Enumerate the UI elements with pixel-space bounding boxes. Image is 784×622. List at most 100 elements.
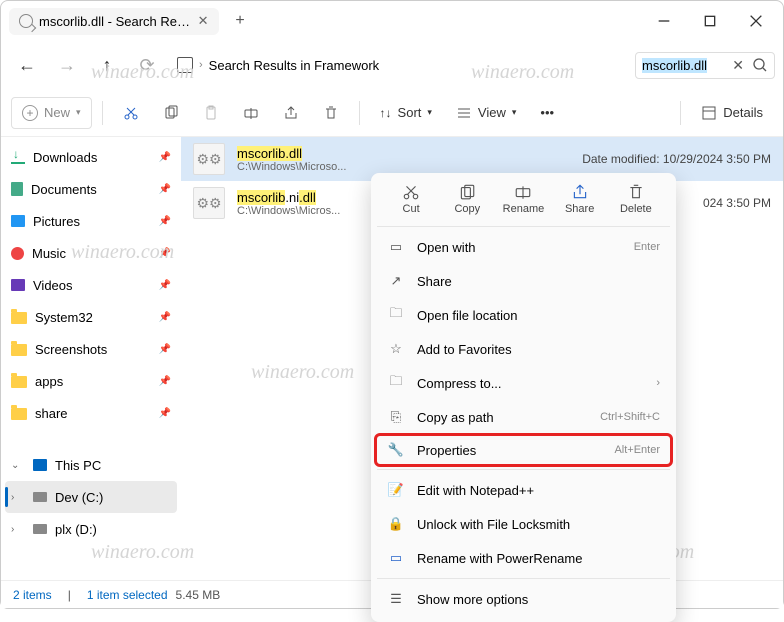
chevron-right-icon[interactable]: ›	[11, 524, 25, 535]
star-icon: ☆	[387, 341, 405, 357]
open-icon: ▭	[387, 239, 405, 255]
folder-icon	[11, 376, 27, 388]
close-button[interactable]	[733, 4, 779, 38]
details-button[interactable]: Details	[691, 97, 773, 129]
ctx-add-favorites[interactable]: ☆Add to Favorites	[377, 332, 670, 366]
nav-bar: ← → ↑ ⟳ › Search Results in Framework ms…	[1, 41, 783, 89]
titlebar: mscorlib.dll - Search Results in ✕ +	[1, 1, 783, 41]
status-size: 5.45 MB	[176, 588, 221, 602]
download-icon	[11, 150, 25, 164]
view-button[interactable]: View▾	[446, 97, 526, 129]
file-icon: ⚙⚙	[193, 187, 225, 219]
ctx-compress[interactable]: 🗀Compress to...›	[377, 366, 670, 400]
location-icon	[177, 57, 193, 73]
refresh-button[interactable]: ⟳	[129, 47, 165, 83]
sort-button[interactable]: ↑↓Sort▾	[370, 97, 442, 129]
ctx-powerrename[interactable]: ▭Rename with PowerRename	[377, 541, 670, 575]
search-icon	[19, 14, 33, 28]
folder-icon	[11, 344, 27, 356]
sidebar-item-drive-d[interactable]: ›plx (D:)	[1, 513, 181, 545]
rename-button[interactable]	[233, 97, 269, 129]
cut-button[interactable]	[113, 97, 149, 129]
search-input[interactable]: mscorlib.dll ✕	[635, 52, 775, 79]
wrench-icon: 🔧	[387, 442, 405, 458]
search-icon[interactable]	[752, 57, 768, 73]
ctx-properties[interactable]: 🔧PropertiesAlt+Enter	[374, 433, 673, 467]
search-value: mscorlib.dll	[642, 58, 707, 73]
chevron-right-icon: ›	[656, 377, 660, 389]
new-tab-button[interactable]: +	[223, 4, 257, 38]
pin-icon: 📌	[159, 280, 171, 291]
music-icon	[11, 247, 24, 260]
folder-icon	[11, 312, 27, 324]
sidebar-item-documents[interactable]: Documents📌	[1, 173, 181, 205]
ctx-rename[interactable]: Rename	[497, 183, 549, 215]
sidebar: Downloads📌 Documents📌 Pictures📌 Music📌 V…	[1, 137, 181, 580]
sidebar-item-pictures[interactable]: Pictures📌	[1, 205, 181, 237]
sidebar-item-system32[interactable]: System32📌	[1, 301, 181, 333]
sidebar-item-downloads[interactable]: Downloads📌	[1, 141, 181, 173]
pin-icon: 📌	[159, 344, 171, 355]
drive-icon	[33, 524, 47, 534]
ctx-open-with[interactable]: ▭Open withEnter	[377, 230, 670, 264]
plus-icon: +	[22, 105, 38, 121]
address-bar[interactable]: › Search Results in Framework	[169, 57, 631, 73]
pin-icon: 📌	[159, 248, 171, 259]
document-icon	[11, 182, 23, 196]
sidebar-item-screenshots[interactable]: Screenshots📌	[1, 333, 181, 365]
lock-icon: 🔒	[387, 516, 405, 532]
delete-button[interactable]	[313, 97, 349, 129]
sidebar-item-music[interactable]: Music📌	[1, 237, 181, 269]
ctx-copy-path[interactable]: ⎘Copy as pathCtrl+Shift+C	[377, 400, 670, 434]
videos-icon	[11, 279, 25, 291]
breadcrumb-text: Search Results in Framework	[209, 58, 380, 73]
maximize-button[interactable]	[687, 4, 733, 38]
folder-icon: 🗀	[387, 304, 405, 326]
sidebar-item-apps[interactable]: apps📌	[1, 365, 181, 397]
pin-icon: 📌	[159, 312, 171, 323]
ctx-share[interactable]: Share	[554, 183, 606, 215]
copy-button[interactable]	[153, 97, 189, 129]
sidebar-item-drive-c[interactable]: ›Dev (C:)	[5, 481, 177, 513]
more-button[interactable]: •••	[530, 97, 564, 129]
file-icon: ⚙⚙	[193, 143, 225, 175]
ctx-notepad[interactable]: 📝Edit with Notepad++	[377, 473, 670, 507]
up-button[interactable]: ↑	[89, 47, 125, 83]
ctx-locksmith[interactable]: 🔒Unlock with File Locksmith	[377, 507, 670, 541]
share-icon: ↗	[387, 273, 405, 289]
sidebar-item-videos[interactable]: Videos📌	[1, 269, 181, 301]
ctx-copy[interactable]: Copy	[441, 183, 493, 215]
folder-icon	[11, 408, 27, 420]
forward-button: →	[49, 47, 85, 83]
tab-title: mscorlib.dll - Search Results in	[39, 14, 191, 29]
drive-icon	[33, 492, 47, 502]
clear-search-icon[interactable]: ✕	[728, 57, 748, 74]
toolbar: + New ▾ ↑↓Sort▾ View▾ ••• Details	[1, 89, 783, 137]
pc-icon	[33, 459, 47, 471]
ctx-open-location[interactable]: 🗀Open file location	[377, 298, 670, 332]
status-count: 2 items	[13, 588, 52, 602]
pictures-icon	[11, 215, 25, 227]
ctx-more-options[interactable]: ☰Show more options	[377, 582, 670, 616]
notepad-icon: 📝	[387, 482, 405, 498]
share-button[interactable]	[273, 97, 309, 129]
pin-icon: 📌	[159, 408, 171, 419]
chevron-down-icon[interactable]: ⌄	[11, 460, 25, 471]
pin-icon: 📌	[159, 152, 171, 163]
chevron-right-icon[interactable]: ›	[11, 492, 25, 503]
context-menu: Cut Copy Rename Share Delete ▭Open withE…	[371, 173, 676, 622]
paste-button	[193, 97, 229, 129]
sidebar-item-share[interactable]: share📌	[1, 397, 181, 429]
copy-icon: ⎘	[387, 409, 405, 425]
minimize-button[interactable]	[641, 4, 687, 38]
status-selected: 1 item selected	[87, 588, 168, 602]
pin-icon: 📌	[159, 376, 171, 387]
back-button[interactable]: ←	[9, 47, 45, 83]
sidebar-item-thispc[interactable]: ⌄This PC	[1, 449, 181, 481]
browser-tab[interactable]: mscorlib.dll - Search Results in ✕	[9, 8, 219, 35]
new-button: + New ▾	[11, 97, 92, 129]
close-tab-icon[interactable]: ✕	[197, 14, 209, 28]
ctx-share[interactable]: ↗Share	[377, 264, 670, 298]
ctx-delete[interactable]: Delete	[610, 183, 662, 215]
ctx-cut[interactable]: Cut	[385, 183, 437, 215]
